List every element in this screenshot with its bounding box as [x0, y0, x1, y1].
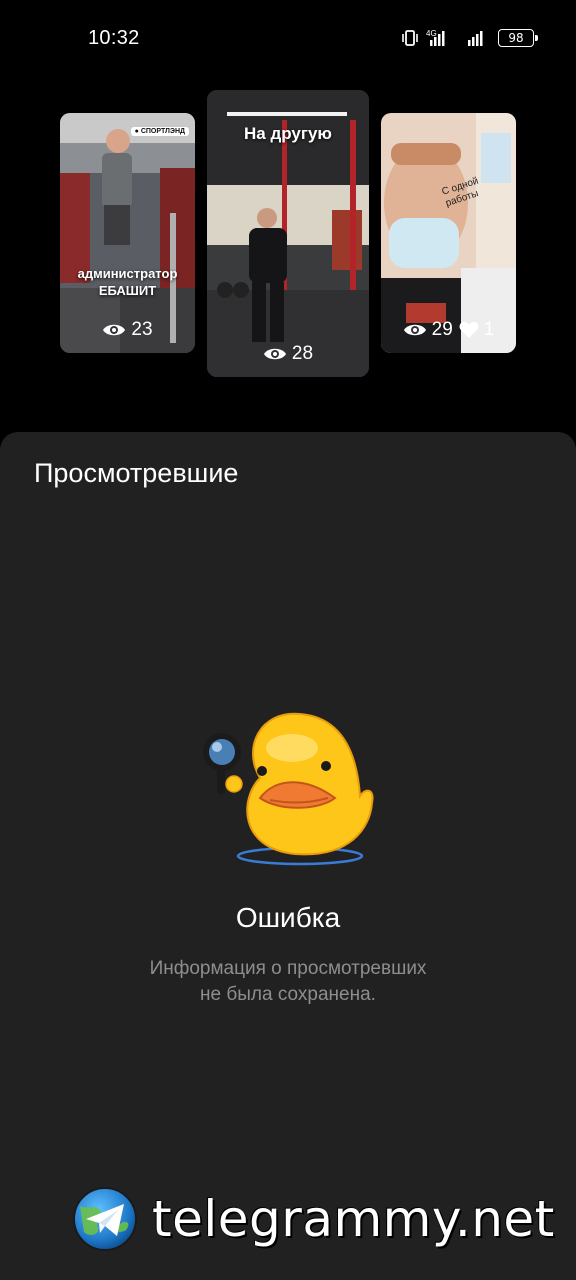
story-caption: администратор ЕБАШИТ [77, 266, 178, 298]
views-stat: 23 [102, 319, 153, 341]
duck-magnifier-icon [203, 712, 374, 866]
vibrate-icon [402, 30, 418, 46]
error-description: Информация о просмотревших не была сохра… [149, 958, 427, 1005]
likes-stat: 1 [459, 319, 495, 341]
error-title: Ошибка [235, 902, 341, 933]
story-image-gym-admin [60, 113, 195, 353]
eye-icon [403, 324, 426, 336]
story-stats: 28 [207, 343, 369, 365]
views-stat: 28 [263, 343, 313, 365]
telegram-logo-icon [73, 1187, 137, 1251]
status-time: 10:32 [88, 27, 140, 49]
brand-tag: ● СПОРТЛЭНД [130, 127, 189, 136]
views-stat: 29 [403, 319, 453, 341]
signal-icon [468, 31, 483, 46]
watermark-text: telegrammy.net [152, 1190, 555, 1248]
story-image-selfie-mask [381, 113, 516, 353]
story-stats: 29 1 [381, 319, 516, 341]
signal-4g-icon: 4G [426, 29, 445, 46]
story-caption: На другую [244, 124, 332, 143]
sheet-title: Просмотревшие [34, 458, 239, 488]
views-count: 28 [291, 343, 314, 364]
story-stats: 23 [60, 319, 195, 341]
views-count: 29 [431, 319, 453, 340]
eye-icon [263, 348, 286, 360]
story-thumbnail-1[interactable]: ● СПОРТЛЭНД администратор ЕБАШИТ 23 [60, 113, 195, 353]
svg-text:4G: 4G [426, 29, 437, 38]
eye-icon [103, 324, 126, 336]
status-icons: 4G 98 [400, 28, 538, 48]
heart-icon [459, 322, 479, 338]
viewers-sheet: Просмотревшие Ошибка Информация о просмо… [0, 432, 576, 1280]
views-count: 23 [131, 319, 153, 340]
likes-count: 1 [483, 319, 495, 340]
story-thumbnail-3[interactable]: С одной работы 29 1 [381, 113, 516, 353]
battery-indicator: 98 [498, 29, 538, 47]
story-thumbnail-2[interactable]: На другую 28 [207, 90, 369, 377]
status-bar: 10:32 4G 98 [0, 0, 576, 80]
watermark: telegrammy.net [72, 1186, 555, 1252]
